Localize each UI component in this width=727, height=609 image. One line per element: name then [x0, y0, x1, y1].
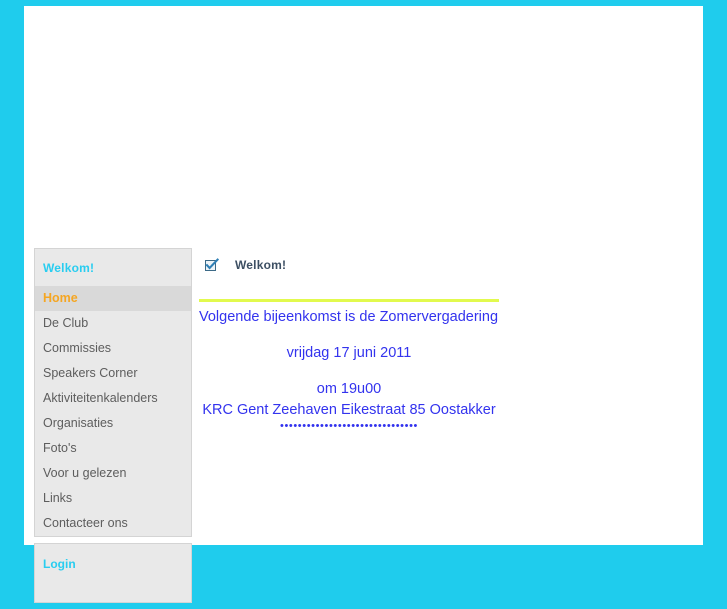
article-top-rule — [199, 299, 499, 302]
sidebar-item-speakers-corner[interactable]: Speakers Corner — [35, 361, 191, 386]
page-title: Welkom! — [235, 258, 287, 272]
sidebar-login-panel: Login — [34, 543, 192, 603]
article-body: Volgende bijeenkomst is de Zomervergader… — [193, 299, 693, 431]
article-line-2: vrijdag 17 juni 2011 — [286, 345, 412, 361]
sidebar-menu-panel: Welkom! Home De Club Commissies Speakers… — [34, 248, 192, 537]
sidebar-item-de-club[interactable]: De Club — [35, 311, 191, 336]
sidebar-item-voor-u-gelezen[interactable]: Voor u gelezen — [35, 461, 191, 486]
sidebar-item-home[interactable]: Home — [35, 286, 191, 311]
sidebar-item-label: Links — [43, 491, 73, 505]
sidebar-item-links[interactable]: Links — [35, 486, 191, 511]
sidebar-item-label: Foto's — [43, 441, 77, 455]
sidebar-login-title[interactable]: Login — [35, 544, 191, 571]
sidebar: Welkom! Home De Club Commissies Speakers… — [34, 248, 192, 609]
article-line-1: Volgende bijeenkomst is de Zomervergader… — [199, 309, 499, 325]
sidebar-item-label: Home — [43, 291, 78, 305]
sidebar-menu-title: Welkom! — [43, 261, 95, 275]
checked-checkbox-icon — [205, 258, 219, 271]
sidebar-item-organisaties[interactable]: Organisaties — [35, 411, 191, 436]
page-frame: Welkom! Home De Club Commissies Speakers… — [0, 0, 727, 603]
sidebar-item-label: Speakers Corner — [43, 366, 138, 380]
sidebar-item-label: Contacteer ons — [43, 516, 128, 530]
sidebar-item-fotos[interactable]: Foto's — [35, 436, 191, 461]
page-body: Welkom! Home De Club Commissies Speakers… — [24, 6, 703, 603]
sidebar-item-label: Commissies — [43, 341, 112, 355]
content-header: Welkom! — [193, 248, 693, 272]
sidebar-item-label: Aktiviteitenkalenders — [43, 391, 158, 405]
article-divider: ••••••••••••••••••••••••••••••• — [280, 421, 418, 431]
sidebar-item-label: De Club — [43, 316, 89, 330]
sidebar-item-contacteer-ons[interactable]: Contacteer ons — [35, 511, 191, 536]
sidebar-item-label: Organisaties — [43, 416, 114, 430]
article-line-4: KRC Gent Zeehaven Eikestraat 85 Oostakke… — [202, 402, 496, 418]
sidebar-item-commissies[interactable]: Commissies — [35, 336, 191, 361]
sidebar-item-aktiviteitenkalenders[interactable]: Aktiviteitenkalenders — [35, 386, 191, 411]
main-content: Welkom! Volgende bijeenkomst is de Zomer… — [193, 248, 693, 431]
article-line-3: om 19u00 — [316, 381, 382, 397]
article-spacer — [199, 328, 693, 343]
sidebar-item-label: Voor u gelezen — [43, 466, 127, 480]
sidebar-menu-list: Home De Club Commissies Speakers Corner … — [35, 286, 191, 536]
site-banner — [24, 6, 703, 239]
article-spacer — [199, 364, 693, 379]
